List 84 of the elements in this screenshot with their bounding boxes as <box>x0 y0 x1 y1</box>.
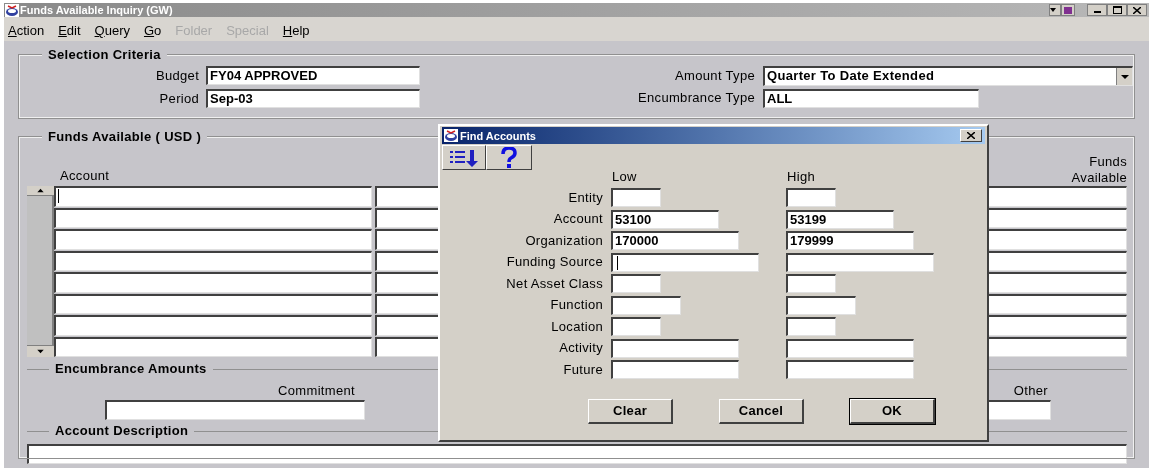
high-field[interactable] <box>786 252 934 272</box>
minimize-button[interactable] <box>1087 4 1107 16</box>
menu-item[interactable]: Action <box>8 23 45 39</box>
low-field[interactable] <box>611 360 739 379</box>
column-header: Commitment <box>278 383 355 399</box>
high-field[interactable]: 179999 <box>786 231 914 250</box>
column-header: Account <box>60 168 110 184</box>
grid-icon <box>1064 6 1072 14</box>
sort-list-icon <box>448 147 480 168</box>
maximize-button[interactable] <box>1107 4 1127 16</box>
low-field[interactable]: 53100 <box>611 209 719 229</box>
high-field[interactable] <box>786 188 836 207</box>
high-field[interactable] <box>786 317 836 336</box>
window-menu-button[interactable] <box>1049 4 1061 16</box>
window-title: Funds Available Inquiry (GW) <box>20 3 173 17</box>
caret-icon <box>1120 74 1129 79</box>
high-field[interactable] <box>786 274 836 293</box>
menu-item[interactable]: Help <box>282 23 310 39</box>
low-field[interactable] <box>611 274 661 293</box>
section-title: Encumbrance Amounts <box>54 360 208 378</box>
maximize-icon <box>1112 6 1122 14</box>
description-field[interactable] <box>27 444 1127 464</box>
menu-item[interactable]: Go <box>143 23 162 39</box>
high-field[interactable]: 53199 <box>786 209 894 229</box>
clear-button[interactable]: Clear <box>588 399 673 424</box>
column-header: Funds Available <box>1070 154 1127 186</box>
field-label: Location <box>550 318 603 335</box>
low-field[interactable] <box>611 338 739 358</box>
scroll-down-icon <box>27 345 54 357</box>
field-label: Entity <box>567 189 603 206</box>
app-icon <box>5 3 19 17</box>
account-field[interactable] <box>54 250 372 271</box>
column-header: Low <box>612 170 638 184</box>
scroll-up-icon <box>27 186 54 196</box>
account-field[interactable] <box>54 336 372 357</box>
cancel-button[interactable]: Cancel <box>719 399 804 424</box>
field-label: Activity <box>558 340 603 356</box>
field-label: Period <box>159 89 200 108</box>
low-field[interactable] <box>611 188 661 207</box>
field-label: Future <box>562 361 603 378</box>
field-label: Funding Source <box>505 254 603 270</box>
dropdown[interactable]: Quarter To Date Extended <box>763 66 1133 86</box>
app-icon <box>444 129 458 142</box>
account-field[interactable] <box>54 272 372 293</box>
field-label: Net Asset Class <box>505 275 603 292</box>
scrollbar[interactable] <box>27 186 54 357</box>
field-label: Amount Type <box>675 67 755 85</box>
low-field[interactable] <box>611 317 661 336</box>
account-field[interactable] <box>54 207 372 228</box>
account-field[interactable] <box>54 186 372 207</box>
input-field[interactable] <box>105 400 365 420</box>
low-field[interactable] <box>611 252 759 272</box>
sort-button[interactable] <box>442 145 486 170</box>
menu-item[interactable]: Query <box>94 23 130 39</box>
account-field[interactable] <box>54 229 372 250</box>
section-title: Account Description <box>54 422 190 440</box>
ok-button[interactable]: OK <box>850 399 935 424</box>
input-field[interactable]: ALL <box>763 89 979 108</box>
caret-icon <box>1050 8 1056 12</box>
input-field[interactable]: FY04 APPROVED <box>206 66 421 86</box>
field-label: Account <box>552 211 603 227</box>
high-field[interactable] <box>786 295 856 315</box>
high-field[interactable] <box>786 338 914 358</box>
account-field[interactable] <box>54 315 372 336</box>
close-button[interactable] <box>1127 4 1147 16</box>
minimize-icon <box>1093 11 1101 13</box>
high-field[interactable] <box>786 360 914 379</box>
column-header: High <box>787 170 816 184</box>
low-field[interactable] <box>611 295 681 315</box>
low-field[interactable]: 170000 <box>611 231 739 250</box>
column-header: Other <box>1013 383 1048 399</box>
menu-item[interactable]: Edit <box>58 23 81 39</box>
input-field[interactable]: Sep-03 <box>206 88 421 108</box>
close-icon <box>1133 6 1141 14</box>
dialog-title: Find Accounts <box>460 128 536 143</box>
field-label: Function <box>549 297 603 313</box>
field-label: Budget <box>155 67 200 85</box>
help-icon <box>500 146 518 169</box>
cascade-button[interactable] <box>1061 4 1075 16</box>
field-label: Organization <box>524 232 603 249</box>
close-icon <box>967 132 975 139</box>
field-label: Encumbrance Type <box>638 89 755 107</box>
help-button[interactable] <box>486 145 532 170</box>
account-field[interactable] <box>54 293 372 314</box>
